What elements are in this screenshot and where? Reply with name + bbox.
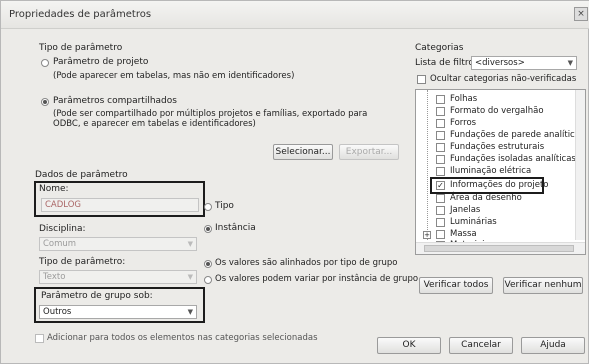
category-checkbox[interactable] — [436, 119, 445, 128]
chevron-down-icon: ▼ — [567, 59, 573, 67]
category-label: Fundações de parede analític — [450, 130, 575, 140]
close-icon[interactable]: × — [574, 7, 588, 21]
filter-list-dropdown[interactable]: <diversos> ▼ — [471, 56, 577, 70]
values-vary-radio[interactable] — [204, 276, 212, 284]
categories-heading: Categorias — [415, 43, 464, 53]
category-label: Iluminação elétrica — [450, 166, 532, 176]
param-type-heading: Tipo de parâmetro — [39, 43, 123, 53]
project-parameter-label: Parâmetro de projeto — [53, 57, 149, 67]
expand-icon[interactable]: + — [423, 231, 431, 239]
project-parameter-description: (Pode aparecer em tabelas, mas não em id… — [53, 71, 295, 81]
name-highlight-box — [34, 181, 205, 217]
category-label: Folhas — [450, 94, 478, 104]
type-radio-label: Tipo — [215, 201, 234, 211]
discipline-value: Comum — [43, 239, 77, 249]
cancel-button[interactable]: Cancelar — [449, 337, 513, 354]
discipline-label: Disciplina: — [39, 224, 86, 234]
type-radio[interactable] — [204, 203, 212, 211]
values-aligned-label: Os valores são alinhados por tipo de gru… — [215, 258, 398, 268]
category-label: Janelas — [450, 205, 481, 215]
shared-parameter-label: Parâmetros compartilhados — [53, 96, 177, 106]
export-button[interactable]: Exportar... — [339, 144, 399, 160]
category-checkbox[interactable] — [436, 167, 445, 176]
ok-button[interactable]: OK — [377, 337, 441, 354]
category-checkbox[interactable] — [436, 230, 445, 239]
param-type-value: Texto — [43, 272, 66, 282]
category-label: Fundações isoladas analíticas — [450, 154, 576, 164]
category-label: Forros — [450, 118, 477, 128]
group-highlight-box — [34, 287, 205, 323]
category-checkbox[interactable] — [436, 155, 445, 164]
category-checkbox[interactable] — [436, 107, 445, 116]
instance-radio[interactable] — [204, 225, 212, 233]
vertical-scrollbar[interactable] — [575, 90, 585, 240]
shared-parameter-description-line2: ODBC, e aparecer em tabelas e identifica… — [53, 119, 256, 129]
dialog-title: Propriedades de parâmetros — [9, 9, 152, 20]
category-checkbox[interactable] — [436, 95, 445, 104]
project-info-highlight-box — [430, 177, 544, 194]
discipline-dropdown[interactable]: Comum ▼ — [39, 237, 197, 251]
add-all-label: Adicionar para todos os elementos nas ca… — [47, 333, 318, 343]
category-checkbox[interactable] — [436, 194, 445, 203]
filter-list-value: <diversos> — [475, 58, 525, 68]
categories-list[interactable]: Folhas Formato do vergalhão Forros Funda… — [415, 89, 586, 255]
check-none-button[interactable]: Verificar nenhum — [503, 277, 583, 294]
chevron-down-icon: ▼ — [187, 273, 193, 281]
hide-unchecked-label: Ocultar categorias não-verificadas — [430, 74, 577, 84]
param-type-dropdown[interactable]: Texto ▼ — [39, 270, 197, 284]
param-type-label: Tipo de parâmetro: — [39, 257, 126, 267]
help-button[interactable]: Ajuda — [521, 337, 585, 354]
param-data-heading: Dados de parâmetro — [35, 170, 128, 180]
project-parameter-radio[interactable] — [41, 59, 49, 67]
category-label: Luminárias — [450, 217, 497, 227]
category-label: Formato do vergalhão — [450, 106, 544, 116]
select-button[interactable]: Selecionar... — [273, 144, 333, 160]
add-all-checkbox[interactable] — [35, 334, 44, 343]
category-label: Fundações estruturais — [450, 142, 545, 152]
category-checkbox[interactable] — [436, 206, 445, 215]
shared-parameter-radio[interactable] — [41, 98, 49, 106]
instance-radio-label: Instância — [215, 223, 256, 233]
category-checkbox[interactable] — [436, 218, 445, 227]
values-aligned-radio[interactable] — [204, 260, 212, 268]
title-bar: Propriedades de parâmetros × — [1, 1, 589, 29]
chevron-down-icon: ▼ — [187, 240, 193, 248]
category-checkbox[interactable] — [436, 143, 445, 152]
shared-parameter-description-line1: (Pode ser compartilhado por múltiplos pr… — [53, 109, 368, 119]
values-vary-label: Os valores podem variar por instância de… — [215, 274, 419, 284]
scroll-thumb[interactable] — [424, 245, 574, 252]
check-all-button[interactable]: Verificar todos — [419, 277, 493, 294]
horizontal-scrollbar[interactable] — [416, 242, 585, 254]
category-checkbox[interactable] — [436, 131, 445, 140]
parameter-properties-dialog: Propriedades de parâmetros × Tipo de par… — [0, 0, 589, 364]
hide-unchecked-checkbox[interactable] — [417, 75, 426, 84]
